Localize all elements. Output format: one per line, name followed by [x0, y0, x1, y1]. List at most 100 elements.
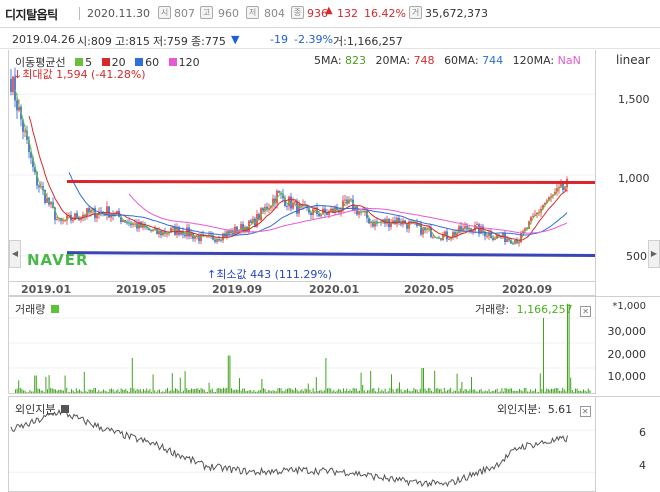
volume-bar: [371, 388, 373, 393]
ma5-value: 823: [345, 54, 367, 67]
ma5-value-label: 5MA:: [314, 54, 342, 67]
volume-bar: [399, 382, 400, 393]
volume-bar: [589, 390, 591, 393]
volume-bar: [75, 388, 77, 393]
volume-bar: [495, 389, 496, 393]
price-chart-panel[interactable]: 이동평균선 5 20 60 120 5MA: 823 20MA: 748 60M…: [8, 50, 596, 282]
volume-bar: [259, 389, 261, 393]
foreign-ownership-panel[interactable]: 외인지분 외인지분: 5.61 ✕: [8, 396, 596, 492]
candle-body: [486, 236, 488, 238]
volume-bar: [456, 373, 458, 393]
price-change: 132: [337, 7, 358, 20]
volume-bar: [562, 387, 564, 393]
foreign-close-icon[interactable]: ✕: [579, 406, 591, 417]
volume-bar: [336, 390, 338, 393]
volume-bar: [32, 391, 34, 393]
volume-bar: [443, 387, 445, 393]
volume-bar: [139, 389, 141, 393]
up-arrow-icon: ▲: [325, 5, 333, 16]
volume-bar: [541, 389, 543, 393]
volume-bar: [429, 388, 431, 393]
volume-bar: [45, 376, 47, 393]
volume-bar: [432, 391, 434, 393]
volume-bar: [215, 391, 216, 393]
volume-bar: [143, 388, 144, 393]
volume-bar: [50, 387, 52, 393]
volume-close-icon[interactable]: ✕: [580, 306, 592, 317]
volume-bar: [151, 391, 152, 393]
volume-title: 거래량: [15, 301, 60, 317]
stock-name[interactable]: 디지탈옵틱: [5, 6, 58, 23]
volume-bar: [400, 389, 402, 393]
volume-bar: [79, 389, 80, 393]
volume-bar: [128, 391, 130, 393]
volume-bar: [554, 388, 556, 393]
volume-bar: [202, 388, 204, 393]
info-open: 시:809: [77, 35, 112, 48]
candle-body: [390, 223, 392, 227]
volume-bar: [221, 388, 223, 393]
volume-bar: [141, 391, 143, 393]
volume-bar: [155, 392, 157, 393]
volume-bar: [539, 373, 541, 393]
volume-bar: [387, 391, 389, 393]
frn-tick-4: 4: [639, 459, 646, 472]
candle-body: [24, 131, 26, 133]
volume-bar: [479, 389, 480, 393]
volume-bar: [192, 389, 194, 393]
volume-bar: [290, 388, 292, 393]
volume-bar: [248, 390, 250, 393]
candle-body: [296, 201, 298, 214]
volume-bar: [285, 389, 287, 393]
scroll-right-button[interactable]: ▶: [648, 240, 660, 268]
volume-bar: [279, 388, 280, 393]
price-chart-svg: [9, 67, 595, 258]
volume-bar: [482, 391, 484, 393]
volume-bar: [488, 389, 490, 393]
volume-bar: [522, 391, 524, 393]
info-dropdown-icon[interactable]: ▼: [231, 33, 239, 46]
volume-bar: [147, 390, 149, 393]
volume-bar: [218, 388, 220, 393]
volume-bar: [386, 392, 388, 393]
volume-bar: [66, 387, 68, 393]
volume-bar: [463, 391, 464, 393]
volume-bar: [395, 388, 397, 393]
volume-bar: [205, 392, 207, 393]
volume-bar: [77, 390, 79, 393]
candle-body: [72, 220, 74, 221]
volume-bar: [311, 392, 312, 393]
volume-bar: [114, 391, 116, 393]
volume-bar: [579, 390, 581, 393]
volume-bar: [378, 387, 380, 393]
volume-bar: [499, 391, 501, 393]
scroll-left-button[interactable]: ◀: [9, 240, 21, 268]
volume-bar: [491, 390, 493, 393]
volume-bar: [506, 388, 508, 393]
candle-body: [136, 223, 138, 229]
volume-bar: [37, 388, 39, 393]
volume-bar: [533, 390, 535, 393]
ma5-swatch: [75, 58, 84, 66]
volume-bar: [426, 390, 428, 393]
volume-bar: [176, 389, 178, 393]
volume-bar: [368, 390, 370, 393]
volume-bar: [210, 389, 212, 393]
volume-bar: [16, 388, 18, 393]
volume-bar: [472, 389, 474, 393]
volume-bar: [344, 391, 346, 393]
volume-panel[interactable]: 거래량 거래량: 1,166,257 ✕: [8, 296, 596, 394]
volume-bar: [314, 391, 316, 393]
volume-bar: [423, 368, 424, 393]
volume-bar: [341, 391, 343, 393]
candle-body: [290, 196, 292, 209]
scale-toggle[interactable]: linear: [616, 53, 650, 67]
volume-bar: [543, 318, 544, 393]
candle-body: [10, 79, 12, 92]
volume-bar: [517, 390, 519, 393]
volume-bar: [327, 388, 328, 393]
volume-bar: [245, 391, 247, 393]
volume-bar: [464, 389, 466, 393]
volume-bar: [277, 388, 279, 393]
volume-bar: [586, 391, 588, 393]
